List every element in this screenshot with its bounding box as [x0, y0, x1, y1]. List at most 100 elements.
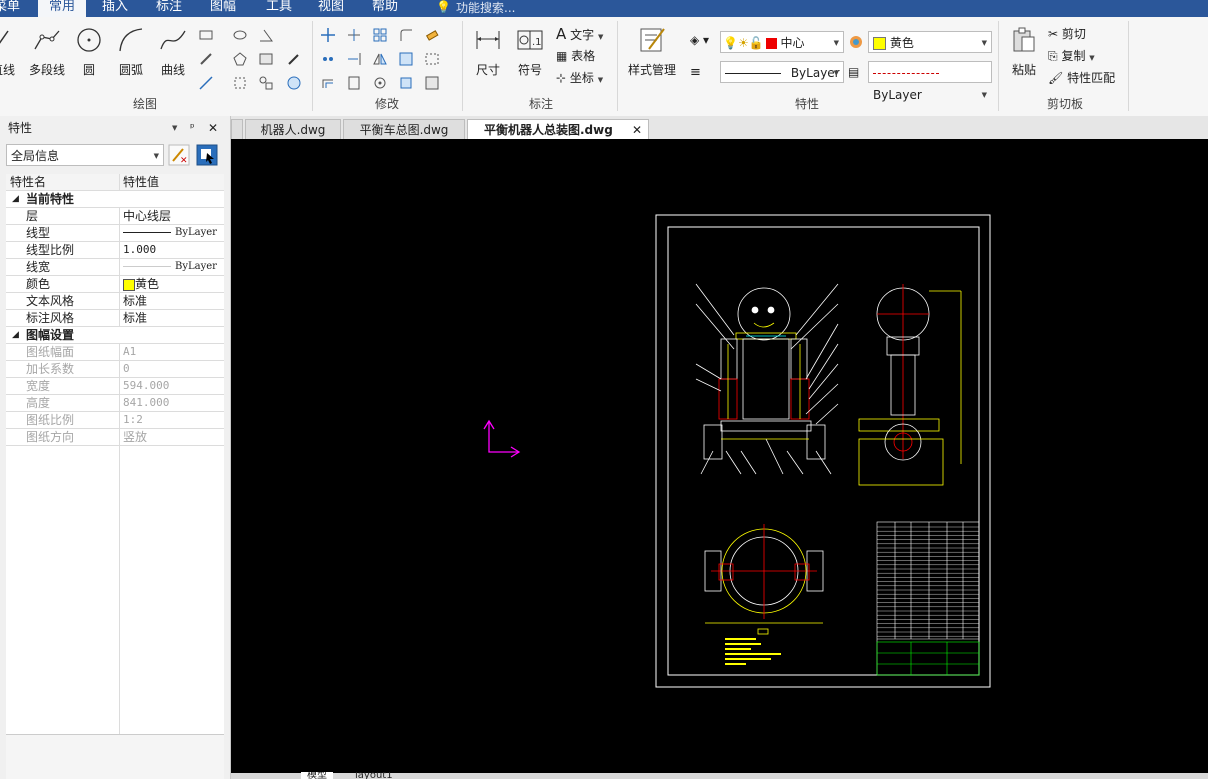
copy-object-icon[interactable]: [320, 51, 336, 67]
linetype-select[interactable]: ByLayer ▼: [868, 61, 992, 102]
lineweight-icon[interactable]: ≡: [690, 65, 701, 80]
table-row[interactable]: 线宽 ByLayer: [6, 259, 224, 276]
table-row[interactable]: 线型 ByLayer: [6, 225, 224, 242]
cut-button[interactable]: ✂ 剪切: [1048, 25, 1086, 42]
polyline-button[interactable]: 多段线: [26, 25, 68, 78]
search-input[interactable]: 功能搜索...: [456, 0, 515, 16]
color-swatch: [873, 37, 886, 50]
shapes-icon[interactable]: [258, 75, 274, 91]
break-icon[interactable]: [346, 75, 362, 91]
panel-menu-icon[interactable]: ▼: [172, 116, 177, 140]
edit-icon[interactable]: [424, 75, 440, 91]
dropdown-arrow-icon: ▼: [1089, 54, 1095, 62]
pen-icon[interactable]: [286, 51, 302, 67]
tab-scroll-left[interactable]: [231, 119, 243, 139]
polyline-label: 多段线: [28, 63, 65, 77]
copy-button[interactable]: ⎘ 复制 ▼: [1048, 47, 1095, 64]
layer-manager-icon[interactable]: ◈ ▾: [690, 33, 709, 47]
rectangle-icon[interactable]: [198, 27, 214, 43]
explode-icon[interactable]: [398, 75, 414, 91]
select-objects-icon[interactable]: [196, 144, 218, 166]
angle-icon[interactable]: [258, 27, 274, 43]
section-sheet-settings[interactable]: ◢ 图幅设置: [6, 327, 224, 344]
property-value[interactable]: ByLayer: [119, 225, 224, 241]
rotate-icon[interactable]: [372, 75, 388, 91]
menu-tools[interactable]: 工具: [262, 0, 296, 17]
tab-layout1[interactable]: layout1: [349, 772, 399, 779]
close-icon[interactable]: ✕: [208, 116, 218, 140]
ray-icon[interactable]: [198, 75, 214, 91]
property-value[interactable]: 黄色: [119, 276, 224, 292]
section-current-properties[interactable]: ◢ 当前特性: [6, 191, 224, 208]
tab-balance-car[interactable]: 平衡车总图.dwg: [343, 119, 465, 139]
table-row: 加长系数 0: [6, 361, 224, 378]
table-row[interactable]: 标注风格 标准: [6, 310, 224, 327]
menu-help[interactable]: 帮助: [368, 0, 402, 17]
property-value[interactable]: 中心线层: [119, 208, 224, 224]
symbol-button[interactable]: .1 符号: [512, 25, 548, 78]
collapse-icon[interactable]: ◢: [12, 327, 19, 343]
mirror-icon[interactable]: [372, 51, 388, 67]
draw-group-label: 绘图: [132, 97, 157, 111]
table-button[interactable]: ▦ 表格: [556, 47, 595, 64]
collapse-icon[interactable]: ◢: [12, 191, 19, 207]
polygon-icon[interactable]: [232, 51, 248, 67]
fillet-icon[interactable]: [398, 27, 414, 43]
lineweight-select[interactable]: ByLayer ▼: [720, 61, 844, 83]
dimension-button[interactable]: 尺寸: [470, 25, 506, 78]
menu-insert[interactable]: 插入: [98, 0, 132, 17]
layer-select[interactable]: 💡☀🔓 中心 ▼: [720, 31, 844, 53]
circle-button[interactable]: 圆: [74, 25, 104, 78]
text-button[interactable]: A 文字 ▼: [556, 25, 603, 43]
drawing-canvas[interactable]: [231, 139, 1208, 773]
stretch-icon[interactable]: [424, 51, 440, 67]
close-tab-icon[interactable]: ✕: [632, 120, 642, 140]
block-icon[interactable]: [258, 51, 274, 67]
property-value[interactable]: 1.000: [119, 242, 224, 258]
menu-file[interactable]: 菜单: [0, 0, 24, 17]
selection-filter-select[interactable]: 全局信息 ▼: [6, 144, 164, 166]
menu-annotate[interactable]: 标注: [152, 0, 186, 17]
menu-sheet[interactable]: 图幅: [206, 0, 240, 17]
offset-icon[interactable]: [320, 75, 336, 91]
arc-button[interactable]: 圆弧: [114, 25, 148, 78]
tab-model[interactable]: 模型: [301, 772, 333, 779]
trim-icon[interactable]: [346, 27, 362, 43]
scale-icon[interactable]: [398, 51, 414, 67]
linetype-value: ByLayer: [175, 227, 217, 238]
property-value[interactable]: ByLayer: [119, 259, 224, 275]
line-button[interactable]: 直线: [0, 25, 18, 78]
move-icon[interactable]: [320, 27, 336, 43]
table-row[interactable]: 文本风格 标准: [6, 293, 224, 310]
linetype-icon[interactable]: ▤: [848, 65, 859, 79]
match-properties-button[interactable]: 🖌 特性匹配: [1048, 69, 1115, 86]
table-row[interactable]: 颜色 黄色: [6, 276, 224, 293]
table-row[interactable]: 层 中心线层: [6, 208, 224, 225]
property-value[interactable]: 标准: [119, 310, 224, 326]
pin-icon[interactable]: ᵖ: [190, 116, 195, 140]
extend-icon[interactable]: [346, 51, 362, 67]
array-icon[interactable]: [372, 27, 388, 43]
bulb-icon: 💡: [723, 36, 738, 50]
tab-balance-robot-assembly[interactable]: 平衡机器人总装图.dwg ✕: [467, 119, 649, 139]
quick-select-icon[interactable]: ✕: [168, 144, 190, 166]
property-value[interactable]: 标准: [119, 293, 224, 309]
menu-home[interactable]: 常用: [38, 0, 86, 17]
document-tab-bar: 机器人.dwg 平衡车总图.dwg 平衡机器人总装图.dwg ✕: [231, 116, 1208, 139]
tab-robot[interactable]: 机器人.dwg: [245, 119, 341, 139]
style-manager-button[interactable]: 样式管理: [624, 25, 680, 78]
table-row[interactable]: 线型比例 1.000: [6, 242, 224, 259]
region-icon[interactable]: [286, 75, 302, 91]
color-wheel-icon[interactable]: [848, 34, 864, 50]
dropdown-arrow-icon: ▼: [153, 152, 159, 160]
tab-label: 平衡车总图.dwg: [359, 123, 449, 137]
menu-view[interactable]: 视图: [314, 0, 348, 17]
stroke-icon[interactable]: [198, 51, 214, 67]
curve-button[interactable]: 曲线: [158, 25, 188, 78]
hatch-icon[interactable]: [232, 75, 248, 91]
eraser-icon[interactable]: [424, 27, 440, 43]
color-select[interactable]: 黄色 ▼: [868, 31, 992, 53]
ellipse-icon[interactable]: [232, 27, 248, 43]
paste-button[interactable]: 粘贴: [1006, 25, 1042, 78]
coordinate-button[interactable]: ⊹ 坐标 ▼: [556, 69, 603, 86]
